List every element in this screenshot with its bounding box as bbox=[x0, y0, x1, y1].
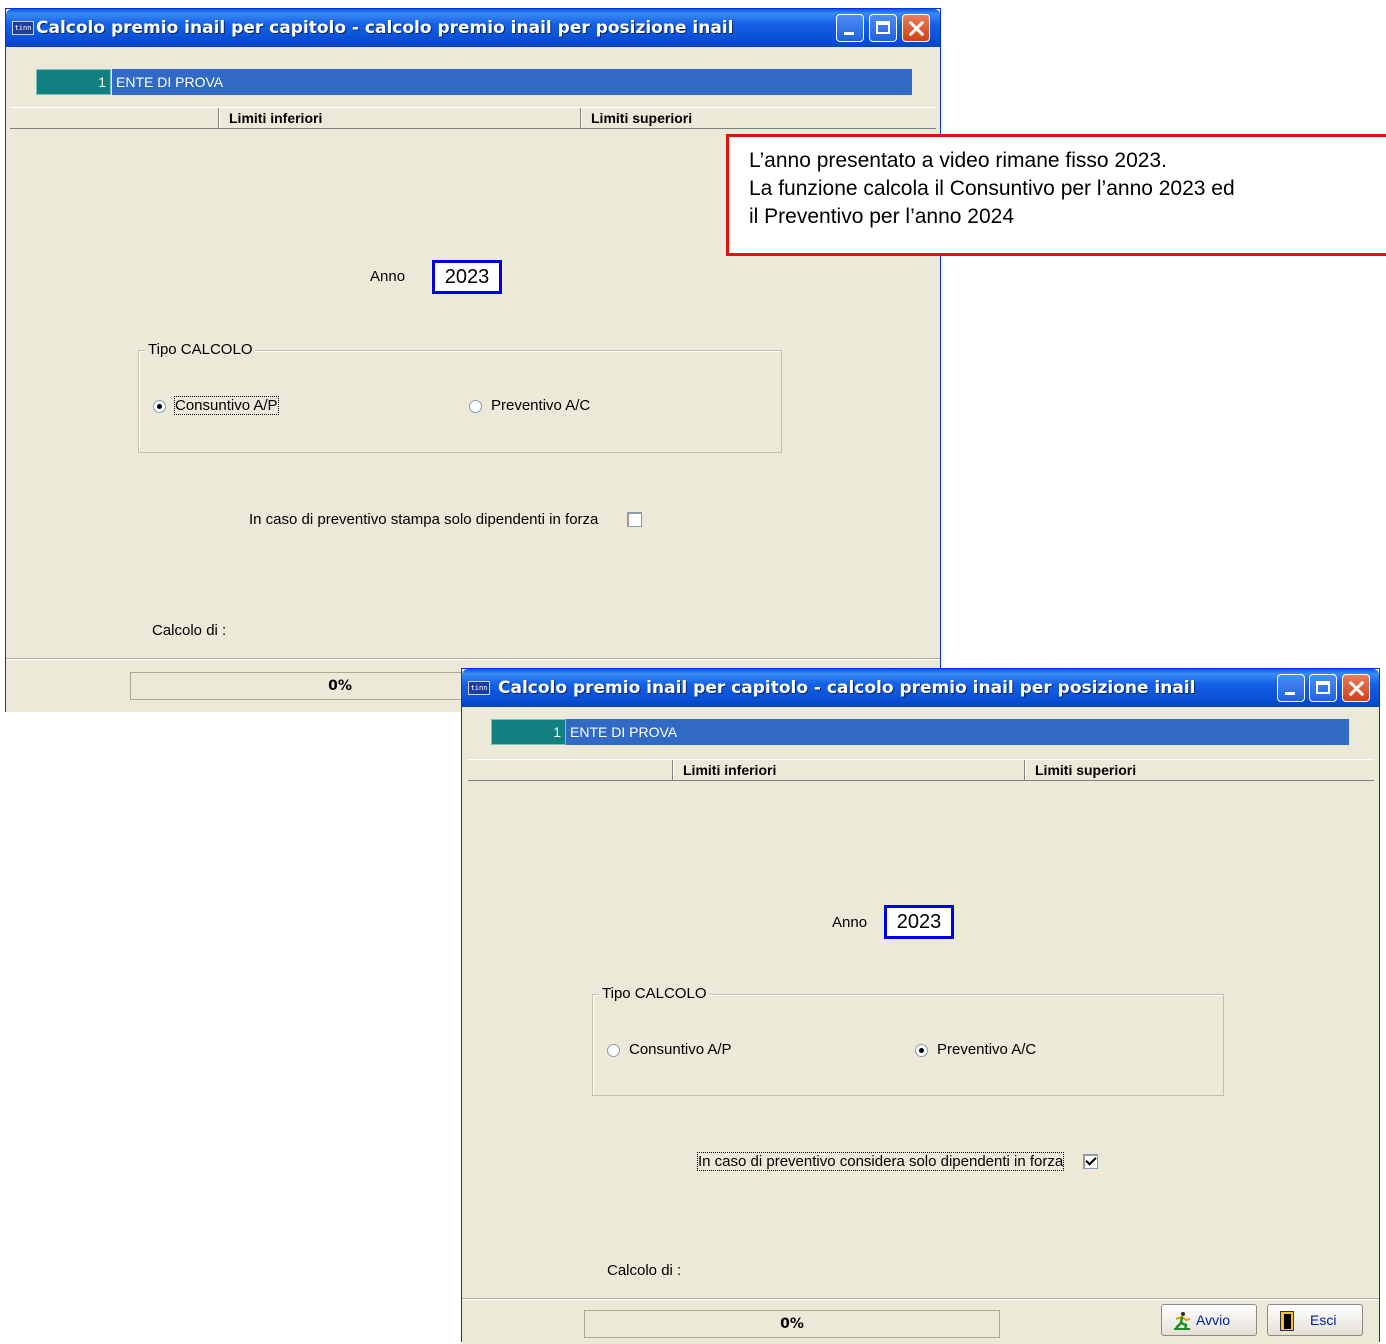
app-icon: tinn bbox=[468, 681, 490, 695]
header-limiti-inferiori[interactable]: Limiti inferiori bbox=[218, 108, 580, 128]
title-bar[interactable]: tinn Calcolo premio inail per capitolo -… bbox=[6, 9, 940, 47]
anno-label: Anno bbox=[370, 268, 406, 285]
consuntivo-label[interactable]: Consuntivo A/P bbox=[629, 1041, 732, 1058]
anno-field[interactable]: 2023 bbox=[432, 260, 502, 294]
calcolo-di-label: Calcolo di : bbox=[152, 622, 227, 639]
esci-button[interactable]: Esci bbox=[1267, 1304, 1363, 1336]
maximize-button[interactable] bbox=[869, 14, 897, 42]
dipendenti-in-forza-label[interactable]: In caso di preventivo stampa solo dipend… bbox=[249, 511, 598, 528]
minimize-button[interactable] bbox=[836, 14, 864, 42]
tipo-calcolo-group: Tipo CALCOLO Consuntivo A/P Preventivo A… bbox=[138, 341, 782, 453]
header-limiti-superiori[interactable]: Limiti superiori bbox=[1024, 760, 1374, 780]
radio-consuntivo[interactable] bbox=[607, 1044, 620, 1057]
header-limiti-superiori[interactable]: Limiti superiori bbox=[580, 108, 936, 128]
preventivo-label[interactable]: Preventivo A/C bbox=[937, 1041, 1036, 1058]
dipendenti-in-forza-checkbox[interactable] bbox=[627, 512, 642, 527]
callout-line-2: La funzione calcola il Consuntivo per l’… bbox=[749, 177, 1235, 200]
dipendenti-in-forza-label[interactable]: In caso di preventivo considera solo dip… bbox=[696, 1152, 1065, 1171]
ente-name-field: ENTE DI PROVA bbox=[112, 69, 912, 95]
window-consuntivo: tinn Calcolo premio inail per capitolo -… bbox=[5, 8, 941, 712]
exit-door-icon bbox=[1280, 1311, 1294, 1331]
window-preventivo: tinn Calcolo premio inail per capitolo -… bbox=[461, 668, 1380, 1344]
ente-name-field: ENTE DI PROVA bbox=[566, 719, 1349, 745]
ente-code-field[interactable]: 1 bbox=[491, 719, 566, 745]
tipo-calcolo-title: Tipo CALCOLO bbox=[145, 341, 256, 358]
preventivo-label[interactable]: Preventivo A/C bbox=[491, 397, 590, 414]
avvio-button[interactable]: Avvio bbox=[1161, 1304, 1257, 1336]
limits-header: Limiti inferiori Limiti superiori bbox=[468, 759, 1374, 781]
maximize-button[interactable] bbox=[1309, 674, 1337, 702]
radio-preventivo[interactable] bbox=[469, 400, 482, 413]
status-bar: 0% Avvio Esci bbox=[462, 1299, 1379, 1344]
consuntivo-label[interactable]: Consuntivo A/P bbox=[174, 396, 279, 415]
tipo-calcolo-group: Tipo CALCOLO Consuntivo A/P Preventivo A… bbox=[592, 985, 1224, 1096]
tipo-calcolo-title: Tipo CALCOLO bbox=[599, 985, 710, 1002]
calcolo-di-label: Calcolo di : bbox=[607, 1262, 682, 1279]
anno-label: Anno bbox=[832, 914, 868, 931]
limits-header: Limiti inferiori Limiti superiori bbox=[10, 107, 936, 129]
ente-code-field[interactable]: 1 bbox=[36, 69, 111, 95]
app-icon: tinn bbox=[12, 21, 34, 35]
dipendenti-in-forza-checkbox[interactable] bbox=[1083, 1154, 1098, 1169]
header-limiti-inferiori[interactable]: Limiti inferiori bbox=[672, 760, 1024, 780]
avvio-label: Avvio bbox=[1196, 1312, 1230, 1328]
anno-field[interactable]: 2023 bbox=[884, 905, 954, 939]
window-title: Calcolo premio inail per capitolo - calc… bbox=[36, 18, 734, 38]
close-button[interactable] bbox=[1342, 674, 1370, 702]
title-bar[interactable]: tinn Calcolo premio inail per capitolo -… bbox=[462, 669, 1379, 707]
radio-consuntivo[interactable] bbox=[153, 400, 166, 413]
progress-bar: 0% bbox=[584, 1310, 1000, 1338]
esci-label: Esci bbox=[1310, 1312, 1337, 1328]
running-man-icon bbox=[1174, 1312, 1191, 1331]
minimize-button[interactable] bbox=[1277, 674, 1305, 702]
window-title: Calcolo premio inail per capitolo - calc… bbox=[498, 678, 1196, 698]
radio-preventivo[interactable] bbox=[915, 1044, 928, 1057]
explanation-callout: L’anno presentato a video rimane fisso 2… bbox=[726, 134, 1386, 256]
callout-line-3: il Preventivo per l’anno 2024 bbox=[749, 205, 1015, 228]
callout-line-1: L’anno presentato a video rimane fisso 2… bbox=[749, 149, 1167, 172]
close-button[interactable] bbox=[902, 14, 930, 42]
